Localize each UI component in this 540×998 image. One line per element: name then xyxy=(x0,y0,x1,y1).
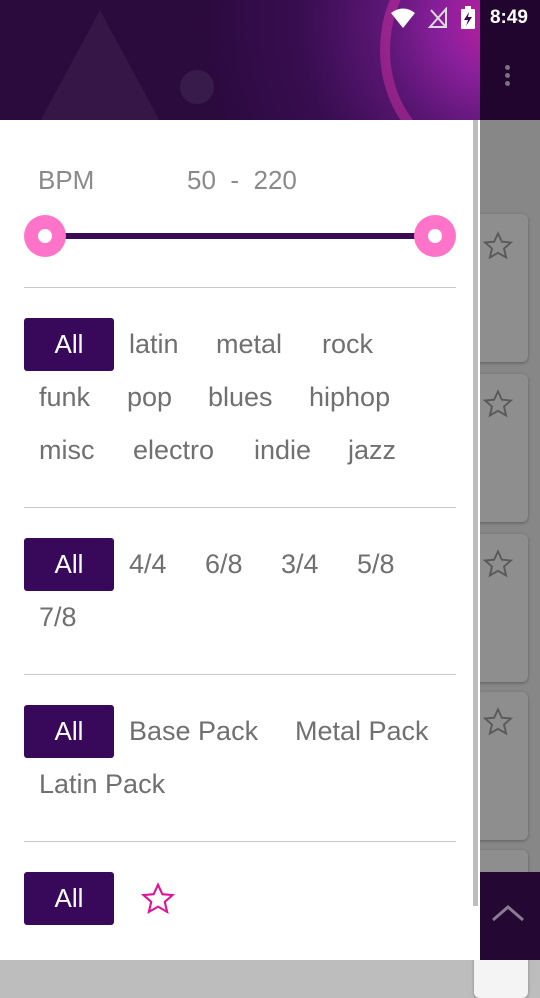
slider-track[interactable] xyxy=(44,233,436,239)
genre-tag[interactable]: jazz xyxy=(348,435,396,466)
bpm-min-value: 50 xyxy=(187,165,216,195)
scroll-up-button[interactable] xyxy=(480,872,540,960)
genre-tag[interactable]: hiphop xyxy=(309,382,390,413)
bpm-range-slider[interactable] xyxy=(24,215,456,257)
bpm-max-value: 220 xyxy=(253,165,297,195)
time-signature-tag[interactable]: 7/8 xyxy=(39,602,77,633)
no-signal-icon xyxy=(428,7,447,28)
genre-tag[interactable]: electro xyxy=(133,435,214,466)
filter-drawer: BPM 50 - 220 All latin metal rock funk p… xyxy=(0,0,480,960)
genre-all-chip[interactable]: All xyxy=(24,318,114,371)
battery-charging-icon xyxy=(461,6,475,29)
status-icons xyxy=(390,6,476,30)
time-signature-tag[interactable]: 4/4 xyxy=(129,549,167,580)
slider-min-thumb[interactable] xyxy=(24,215,66,257)
genre-tag[interactable]: rock xyxy=(322,329,373,360)
divider xyxy=(24,507,456,508)
genre-tag[interactable]: blues xyxy=(208,382,273,413)
favorites-all-chip[interactable]: All xyxy=(24,872,114,925)
time-signature-all-chip[interactable]: All xyxy=(24,538,114,591)
drawer-scrollbar[interactable] xyxy=(473,120,478,906)
time-signature-tag[interactable]: 3/4 xyxy=(281,549,319,580)
chevron-up-icon xyxy=(492,905,524,922)
divider xyxy=(24,287,456,288)
divider xyxy=(24,841,456,842)
status-bar: 8:49 xyxy=(0,0,540,36)
genre-tag[interactable]: pop xyxy=(127,382,172,413)
star-outline-icon[interactable] xyxy=(140,881,176,917)
wifi-icon xyxy=(391,8,415,28)
status-time: 8:49 xyxy=(489,7,528,28)
slider-max-thumb[interactable] xyxy=(414,215,456,257)
genre-tag[interactable]: metal xyxy=(216,329,282,360)
header-decoration xyxy=(180,70,214,104)
bpm-range: 50 - 220 xyxy=(187,165,297,196)
genre-tag[interactable]: latin xyxy=(129,329,179,360)
time-signature-tag[interactable]: 6/8 xyxy=(205,549,243,580)
pack-tag[interactable]: Base Pack xyxy=(129,716,258,747)
divider xyxy=(24,674,456,675)
genre-tag[interactable]: misc xyxy=(39,435,95,466)
pack-tag[interactable]: Latin Pack xyxy=(39,769,165,800)
bpm-separator: - xyxy=(230,165,240,195)
bpm-label: BPM xyxy=(38,165,95,195)
pack-tag[interactable]: Metal Pack xyxy=(295,716,429,747)
pack-all-chip[interactable]: All xyxy=(24,705,114,758)
genre-tag[interactable]: funk xyxy=(39,382,90,413)
time-signature-tag[interactable]: 5/8 xyxy=(357,549,395,580)
genre-tag[interactable]: indie xyxy=(254,435,311,466)
